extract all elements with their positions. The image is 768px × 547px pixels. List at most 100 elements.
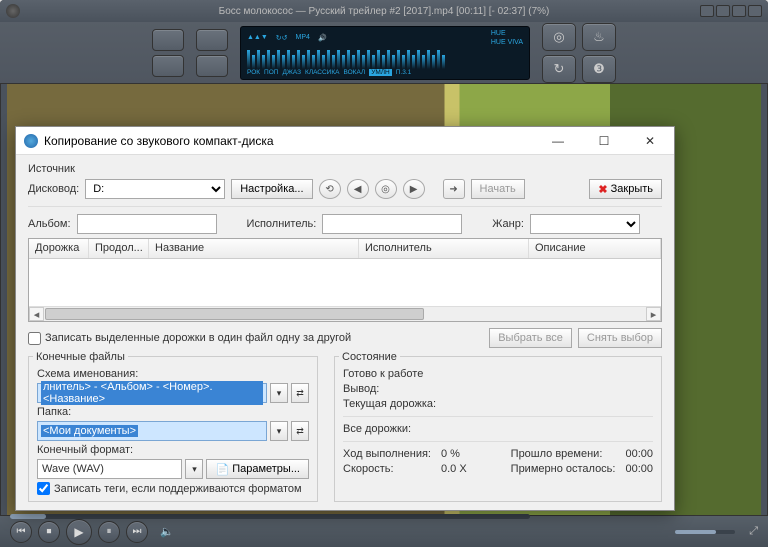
go-button[interactable]: ➜ (443, 179, 465, 199)
player-close-button[interactable] (748, 5, 762, 17)
player-min-button[interactable] (700, 5, 714, 17)
player-app-icon (6, 4, 20, 18)
fullscreen-icon[interactable]: ⤢ (749, 525, 758, 538)
eq-bars (247, 46, 523, 69)
burn-button[interactable]: ♨ (582, 23, 616, 51)
player-max-button[interactable] (716, 5, 730, 17)
source-section-label: Источник (28, 163, 662, 175)
scheme-edit-button[interactable]: ⇄ (291, 383, 309, 403)
eq-hue-label-2: HUE VIVA (491, 39, 523, 46)
col-title[interactable]: Название (149, 239, 359, 258)
play-button[interactable]: ▶ (66, 519, 92, 545)
elapsed-label: Прошло времени: (511, 448, 616, 460)
player-controls: ⏮ ⏹ ▶ ⏸ ⏭ 🔈 ⤢ (0, 515, 768, 547)
sync-button[interactable]: ↻ (542, 55, 576, 83)
toolbar-button-3[interactable] (196, 29, 228, 51)
seek-bar[interactable] (10, 514, 530, 519)
col-duration[interactable]: Продол... (89, 239, 149, 258)
toolbar-button-2[interactable] (152, 55, 184, 77)
eq-hue-label-1: HUE (491, 30, 523, 37)
status-ready: Готово к работе (343, 368, 653, 380)
scroll-right-arrow[interactable]: ▸ (646, 307, 661, 321)
scroll-left-arrow[interactable]: ◂ (29, 307, 44, 321)
dialog-maximize-button[interactable]: ☐ (584, 128, 624, 154)
all-tracks-label: Все дорожки: (343, 423, 653, 435)
write-tags-checkbox-input[interactable] (37, 482, 50, 495)
dialog-app-icon (24, 134, 38, 148)
speed-value: 0.0 X (441, 463, 501, 475)
scheme-combo[interactable]: лнитель> - <Альбом> - <Номер>. <Название… (37, 383, 267, 403)
equalizer-panel: ▲▲▼ ↻↺ MP4 🔊 HUE HUE VIVA РОК ПОП ДЖАЗ К… (240, 26, 530, 80)
progress-label: Ход выполнения: (343, 448, 431, 460)
status-title: Состояние (339, 351, 400, 363)
drive-label: Дисковод: (28, 183, 79, 195)
album-label: Альбом: (28, 218, 71, 230)
player-restore-button[interactable] (732, 5, 746, 17)
deselect-button[interactable]: Снять выбор (578, 328, 662, 348)
eq-sound-icon: 🔊 (318, 34, 327, 42)
format-dropdown-arrow[interactable]: ▾ (185, 459, 203, 479)
player-title: Босс молокосос — Русский трейлер #2 [201… (219, 6, 550, 17)
dialog-close-button[interactable]: ✕ (630, 128, 670, 154)
listview-hscroll[interactable]: ◂ ▸ (29, 306, 661, 321)
scheme-dropdown-arrow[interactable]: ▾ (270, 383, 288, 403)
start-button[interactable]: Начать (471, 179, 525, 199)
nav-next-button[interactable]: ▶ (403, 179, 425, 199)
close-x-icon: ✖ (598, 183, 607, 196)
eq-loop-icon: ↻↺ (276, 34, 288, 42)
format-label: Конечный формат: (37, 444, 309, 456)
one-file-checkbox-input[interactable] (28, 332, 41, 345)
stop-button[interactable]: ⏹ (38, 521, 60, 543)
col-artist[interactable]: Исполнитель (359, 239, 529, 258)
col-desc[interactable]: Описание (529, 239, 661, 258)
col-track[interactable]: Дорожка (29, 239, 89, 258)
nav-prev-button[interactable]: ◀ (347, 179, 369, 199)
select-all-button[interactable]: Выбрать все (489, 328, 572, 348)
settings-button[interactable]: ❸ (582, 55, 616, 83)
eq-indicator-icon: ▲▲▼ (247, 34, 268, 41)
dialog-titlebar[interactable]: Копирование со звукового компакт-диска —… (16, 127, 674, 155)
player-toolbar: ▲▲▼ ↻↺ MP4 🔊 HUE HUE VIVA РОК ПОП ДЖАЗ К… (0, 22, 768, 84)
write-tags-checkbox[interactable]: Записать теги, если поддерживаются форма… (37, 482, 309, 495)
listview-body[interactable] (29, 259, 661, 306)
format-combo[interactable]: Wave (WAV) (37, 459, 182, 479)
record-button[interactable]: ◎ (542, 23, 576, 51)
scheme-label: Схема именования: (37, 368, 309, 380)
folder-combo[interactable]: <Мои документы> (37, 421, 267, 441)
mute-icon[interactable]: 🔈 (160, 525, 174, 538)
current-track-label: Текущая дорожка: (343, 398, 653, 410)
player-window-controls (700, 5, 762, 17)
one-file-checkbox[interactable]: Записать выделенные дорожки в один файл … (28, 332, 351, 345)
player-titlebar[interactable]: Босс молокосос — Русский трейлер #2 [201… (0, 0, 768, 22)
close-btn[interactable]: ✖Закрыть (589, 179, 662, 199)
cd-rip-dialog: Копирование со звукового компакт-диска —… (15, 126, 675, 511)
speed-label: Скорость: (343, 463, 431, 475)
prev-button[interactable]: ⏮ (10, 521, 32, 543)
toolbar-button-1[interactable] (152, 29, 184, 51)
eq-format-label: MP4 (296, 34, 310, 41)
next-button[interactable]: ⏭ (126, 521, 148, 543)
folder-dropdown-arrow[interactable]: ▾ (270, 421, 288, 441)
output-label: Вывод: (343, 383, 653, 395)
eq-presets: РОК ПОП ДЖАЗ КЛАССИКА ВОКАЛ УМЛН П.3.1 (247, 69, 523, 76)
scroll-thumb[interactable] (45, 308, 424, 320)
remaining-value: 00:00 (625, 463, 653, 475)
settings-btn[interactable]: Настройка... (231, 179, 312, 199)
output-files-title: Конечные файлы (33, 351, 128, 363)
drive-select[interactable]: D: (85, 179, 225, 199)
folder-browse-button[interactable]: ⇄ (291, 421, 309, 441)
track-listview[interactable]: Дорожка Продол... Название Исполнитель О… (28, 238, 662, 322)
toolbar-button-4[interactable] (196, 55, 228, 77)
params-button[interactable]: 📄 Параметры... (206, 459, 309, 479)
folder-label: Папка: (37, 406, 309, 418)
genre-select[interactable] (530, 214, 640, 234)
volume-slider[interactable] (675, 530, 735, 534)
dialog-minimize-button[interactable]: — (538, 128, 578, 154)
album-input[interactable] (77, 214, 217, 234)
listview-header[interactable]: Дорожка Продол... Название Исполнитель О… (29, 239, 661, 259)
nav-db-button[interactable]: ◎ (375, 179, 397, 199)
nav-first-button[interactable]: ⟲ (319, 179, 341, 199)
artist-label: Исполнитель: (247, 218, 317, 230)
artist-input[interactable] (322, 214, 462, 234)
pause-button[interactable]: ⏸ (98, 521, 120, 543)
